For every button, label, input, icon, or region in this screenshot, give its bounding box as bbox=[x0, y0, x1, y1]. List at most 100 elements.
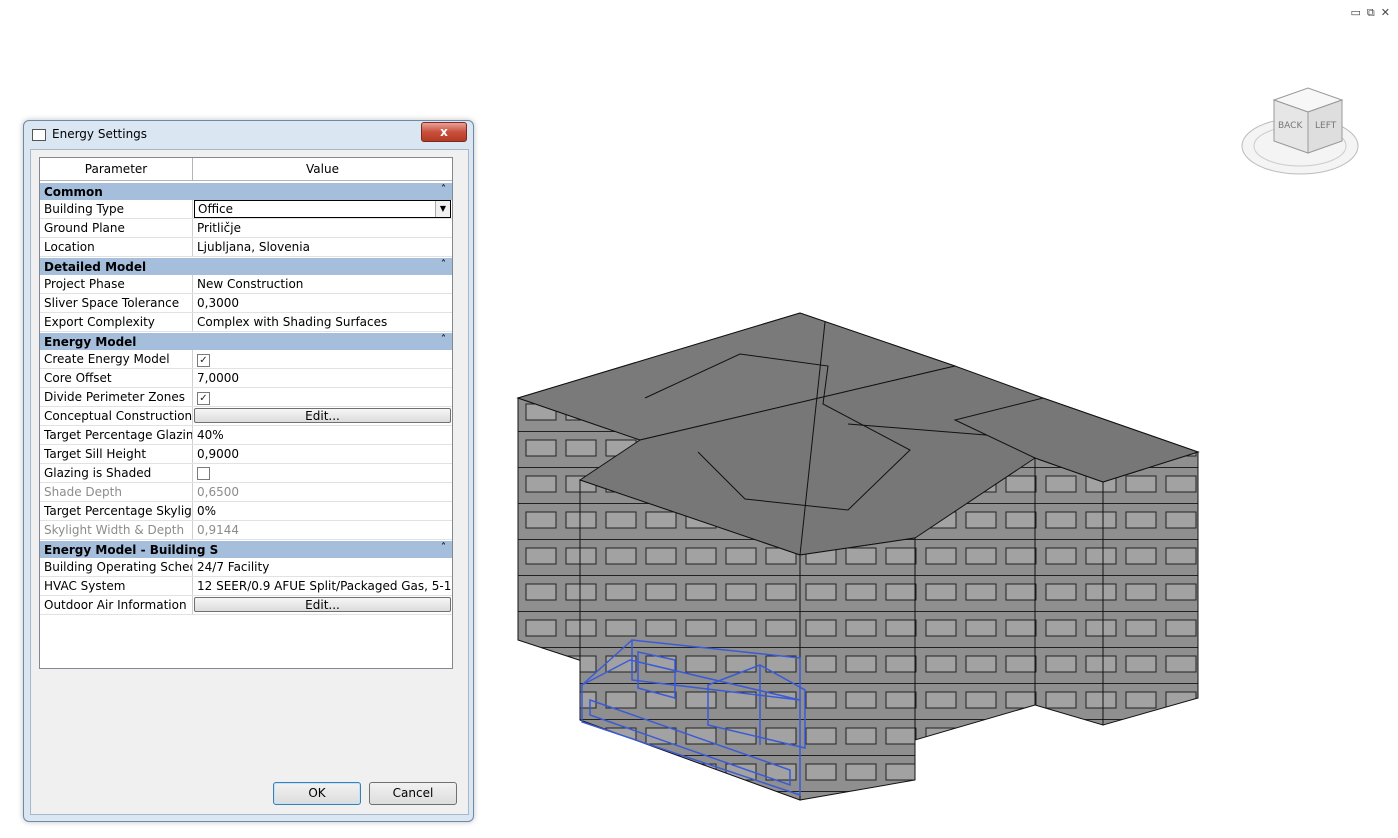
checkbox[interactable] bbox=[197, 467, 210, 480]
property-name: Export Complexity bbox=[40, 313, 193, 331]
viewcube-face-left[interactable]: LEFT bbox=[1315, 121, 1337, 131]
property-row: Target Percentage Skylights 0% bbox=[40, 502, 452, 521]
property-row: Target Percentage Glazing 40% bbox=[40, 426, 452, 445]
property-value[interactable]: 0% bbox=[193, 502, 452, 520]
group-header[interactable]: Common ˄ bbox=[40, 183, 452, 200]
property-value[interactable]: 24/7 Facility bbox=[193, 558, 452, 576]
property-value[interactable]: 12 SEER/0.9 AFUE Split/Packaged Gas, 5-1… bbox=[193, 577, 452, 595]
chevron-down-icon[interactable]: ▼ bbox=[435, 201, 450, 217]
grid-body: Common ˄ Building Type Office ▼ Ground Plane P… bbox=[40, 182, 452, 668]
property-value[interactable]: Complex with Shading Surfaces bbox=[193, 313, 452, 331]
grid-header: Parameter Value bbox=[40, 158, 452, 181]
value-text: Complex with Shading Surfaces bbox=[197, 315, 388, 329]
value-text: 0,9144 bbox=[197, 523, 239, 537]
value-text: 24/7 Facility bbox=[197, 560, 270, 574]
edit-button[interactable]: Edit... bbox=[194, 597, 451, 612]
dialog-titlebar[interactable]: Energy Settings x bbox=[24, 121, 473, 147]
property-value[interactable] bbox=[193, 464, 452, 482]
property-value: 0,9144 bbox=[193, 521, 452, 539]
property-row: Glazing is Shaded bbox=[40, 464, 452, 483]
property-name: Conceptual Constructions bbox=[40, 407, 193, 425]
property-row: Divide Perimeter Zones ✓ bbox=[40, 388, 452, 407]
group-label: Energy Model bbox=[44, 334, 137, 349]
property-value[interactable]: 0,9000 bbox=[193, 445, 452, 463]
property-name: Ground Plane bbox=[40, 219, 193, 237]
property-value[interactable]: Edit... bbox=[193, 596, 452, 614]
checkbox[interactable]: ✓ bbox=[197, 354, 210, 367]
property-value[interactable]: Edit... bbox=[193, 407, 452, 425]
property-row: Location Ljubljana, Slovenia bbox=[40, 238, 452, 257]
value-text: 0,6500 bbox=[197, 485, 239, 499]
property-row: Shade Depth 0,6500 bbox=[40, 483, 452, 502]
building-mass[interactable] bbox=[516, 312, 1200, 801]
value-text: 0,3000 bbox=[197, 296, 239, 310]
column-header-value[interactable]: Value bbox=[193, 158, 452, 180]
value-text: 0,9000 bbox=[197, 447, 239, 461]
property-row: Outdoor Air Information Edit... bbox=[40, 596, 452, 615]
energy-settings-dialog: Energy Settings x Parameter Value Common… bbox=[23, 120, 474, 822]
select-value: Office bbox=[198, 202, 234, 216]
property-name: Core Offset bbox=[40, 369, 193, 387]
group-header[interactable]: Detailed Model ˄ bbox=[40, 258, 452, 275]
property-value[interactable]: 7,0000 bbox=[193, 369, 452, 387]
property-value[interactable]: New Construction bbox=[193, 275, 452, 293]
viewcube-face-back[interactable]: BACK bbox=[1278, 121, 1303, 131]
property-name: Target Sill Height bbox=[40, 445, 193, 463]
property-row: Building Operating Schedul 24/7 Facility bbox=[40, 558, 452, 577]
property-row: Target Sill Height 0,9000 bbox=[40, 445, 452, 464]
property-name: Shade Depth bbox=[40, 483, 193, 501]
property-name: Glazing is Shaded bbox=[40, 464, 193, 482]
value-text: New Construction bbox=[197, 277, 304, 291]
collapse-icon[interactable]: ˄ bbox=[441, 184, 446, 195]
property-row: Sliver Space Tolerance 0,3000 bbox=[40, 294, 452, 313]
group-label: Energy Model - Building S bbox=[44, 542, 219, 557]
property-row: HVAC System 12 SEER/0.9 AFUE Split/Packag… bbox=[40, 577, 452, 596]
property-row: Skylight Width & Depth 0,9144 bbox=[40, 521, 452, 540]
property-value[interactable]: 40% bbox=[193, 426, 452, 444]
cancel-button[interactable]: Cancel bbox=[369, 782, 457, 805]
property-name: Outdoor Air Information bbox=[40, 596, 193, 614]
dialog-app-icon bbox=[32, 129, 46, 141]
group-header[interactable]: Energy Model - Building S ˄ bbox=[40, 541, 452, 558]
value-text: 7,0000 bbox=[197, 371, 239, 385]
property-value[interactable]: 0,3000 bbox=[193, 294, 452, 312]
property-name: Building Type bbox=[40, 200, 193, 218]
collapse-icon[interactable]: ˄ bbox=[441, 542, 446, 553]
ok-button[interactable]: OK bbox=[273, 782, 361, 805]
property-name: Project Phase bbox=[40, 275, 193, 293]
edit-button[interactable]: Edit... bbox=[194, 408, 451, 423]
building-type-select[interactable]: Office ▼ bbox=[194, 200, 451, 218]
property-value[interactable]: ✓ bbox=[193, 388, 452, 406]
group-label: Detailed Model bbox=[44, 259, 147, 274]
property-row: Conceptual Constructions Edit... bbox=[40, 407, 452, 426]
property-value[interactable]: ✓ bbox=[193, 350, 452, 368]
property-name: Location bbox=[40, 238, 193, 256]
collapse-icon[interactable]: ˄ bbox=[441, 334, 446, 345]
property-value[interactable]: Office ▼ bbox=[193, 200, 452, 218]
checkbox[interactable]: ✓ bbox=[197, 392, 210, 405]
viewcube[interactable]: BACK LEFT bbox=[1241, 87, 1359, 175]
column-header-parameter[interactable]: Parameter bbox=[40, 158, 193, 180]
property-name: Sliver Space Tolerance bbox=[40, 294, 193, 312]
property-name: HVAC System bbox=[40, 577, 193, 595]
close-button[interactable]: x bbox=[421, 122, 467, 142]
property-name: Divide Perimeter Zones bbox=[40, 388, 193, 406]
dialog-title: Energy Settings bbox=[52, 127, 148, 141]
property-name: Create Energy Model bbox=[40, 350, 193, 368]
property-row: Export Complexity Complex with Shading Su… bbox=[40, 313, 452, 332]
dialog-client-area: Parameter Value Common ˄ Building Type Offi… bbox=[30, 149, 469, 815]
property-value: 0,6500 bbox=[193, 483, 452, 501]
property-row: Building Type Office ▼ bbox=[40, 200, 452, 219]
property-value[interactable]: Pritličje bbox=[193, 219, 452, 237]
property-grid: Parameter Value Common ˄ Building Type Offi… bbox=[39, 157, 453, 669]
property-name: Building Operating Schedul bbox=[40, 558, 193, 576]
value-text: 12 SEER/0.9 AFUE Split/Packaged Gas, 5-1… bbox=[197, 579, 452, 593]
group-header[interactable]: Energy Model ˄ bbox=[40, 333, 452, 350]
property-value[interactable]: Ljubljana, Slovenia bbox=[193, 238, 452, 256]
value-text: 40% bbox=[197, 428, 224, 442]
collapse-icon[interactable]: ˄ bbox=[441, 259, 446, 270]
property-row: Create Energy Model ✓ bbox=[40, 350, 452, 369]
value-text: Pritličje bbox=[197, 221, 241, 235]
property-name: Skylight Width & Depth bbox=[40, 521, 193, 539]
property-row: Project Phase New Construction bbox=[40, 275, 452, 294]
